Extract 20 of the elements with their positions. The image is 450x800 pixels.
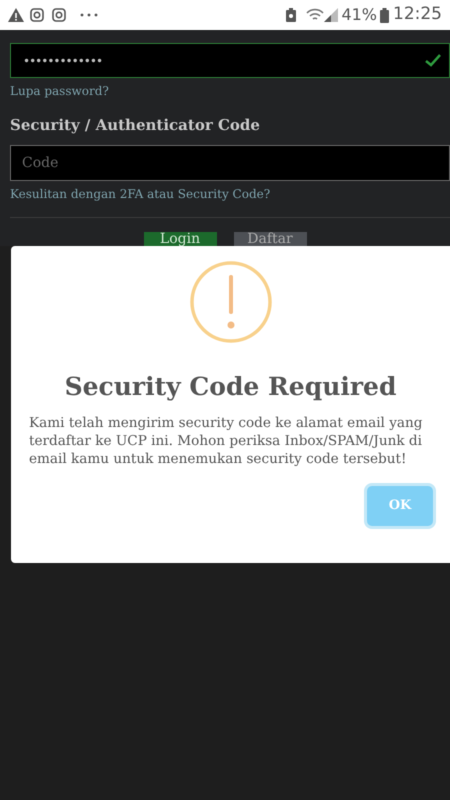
camera-icon xyxy=(52,8,66,22)
more-icon xyxy=(80,13,98,17)
wifi-icon xyxy=(306,8,324,22)
code-label: Security / Authenticator Code xyxy=(10,115,261,136)
forgot-password-link[interactable]: Lupa password? xyxy=(10,82,450,100)
code-field[interactable]: Code xyxy=(10,144,450,180)
help-link[interactable]: Kesulitan dengan 2FA atau Security Code? xyxy=(10,184,450,202)
warning-icon xyxy=(8,8,24,22)
camera-icon xyxy=(30,8,44,22)
clock: 12:25 xyxy=(393,3,442,26)
signal-icon xyxy=(324,8,338,22)
battery-percent: 41% xyxy=(341,4,377,26)
battery-icon xyxy=(380,8,389,22)
battery-saver-icon xyxy=(286,8,296,22)
warning-icon xyxy=(190,261,272,343)
password-value: ••••••••••••• xyxy=(23,52,102,70)
dialog-title: Security Code Required xyxy=(64,371,396,403)
checkmark-icon xyxy=(425,54,441,67)
dialog-message: Kami telah mengirim security code ke alamat email yang terdaftar ke UCP ini. Mohon periksa Inbox/SPAM/Junk di email kamu untuk menemukan security code tersebut! xyxy=(28,414,424,468)
password-field[interactable]: ••••••••••••• xyxy=(10,43,450,78)
